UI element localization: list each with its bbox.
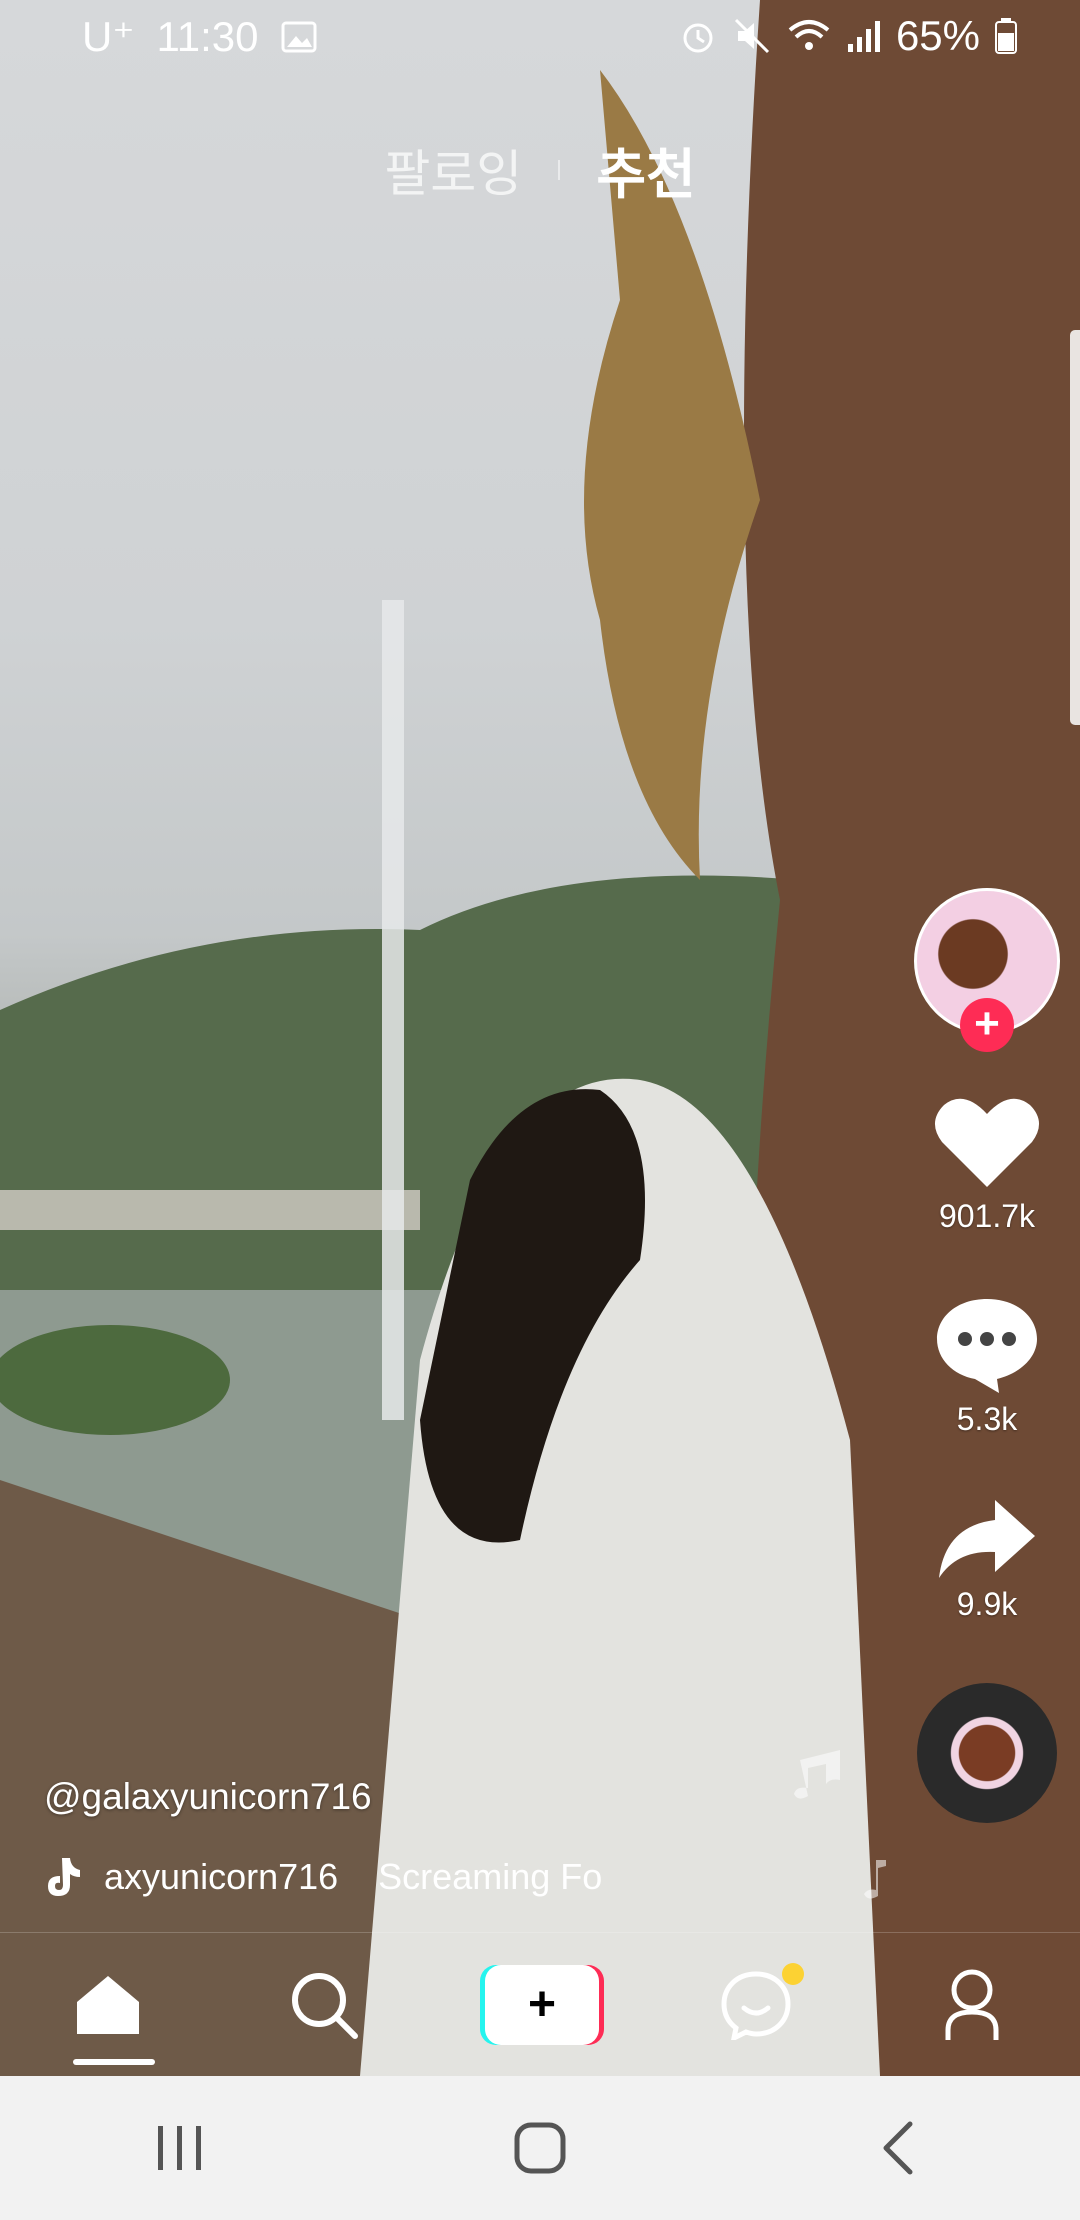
- home-icon[interactable]: [75, 1974, 141, 2036]
- nav-inbox[interactable]: [696, 1945, 816, 2065]
- music-disc[interactable]: [917, 1683, 1057, 1823]
- status-left: U⁺ 11:30: [82, 12, 317, 61]
- edge-panel-handle[interactable]: [1070, 330, 1080, 725]
- nav-create[interactable]: +: [480, 1945, 604, 2065]
- tiktok-note-icon: [48, 1858, 80, 1896]
- profile-icon[interactable]: [942, 1968, 1002, 2042]
- feed-tabs: 팔로잉 추천: [0, 130, 1080, 209]
- nav-home[interactable]: [48, 1945, 168, 2065]
- tab-following[interactable]: 팔로잉: [384, 134, 522, 206]
- like-count: 901.7k: [938, 1198, 1036, 1234]
- back-icon[interactable]: [870, 2118, 930, 2178]
- mute-icon: [734, 18, 769, 54]
- creator-avatar-wrap[interactable]: +: [914, 888, 1060, 1052]
- home-button-icon[interactable]: [510, 2118, 570, 2178]
- music-note-icon: [794, 1750, 886, 1899]
- follow-plus-icon[interactable]: +: [960, 998, 1014, 1052]
- bottom-nav: +: [0, 1932, 1080, 2077]
- nav-discover[interactable]: [264, 1945, 384, 2065]
- like-action[interactable]: 901.7k: [932, 1092, 1042, 1235]
- tab-recommended[interactable]: 추천: [596, 130, 695, 209]
- system-navigation-bar: [0, 2076, 1080, 2220]
- wifi-icon: [788, 20, 830, 50]
- gallery-icon: [281, 21, 316, 52]
- tab-divider: [558, 159, 561, 180]
- home-active-indicator: [73, 2059, 155, 2065]
- creator-username[interactable]: @galaxyunicorn716: [44, 1776, 372, 1818]
- battery-percent: 65%: [895, 12, 980, 59]
- share-count: 9.9k: [956, 1586, 1018, 1622]
- comment-icon[interactable]: [933, 1293, 1041, 1395]
- battery-icon: [995, 18, 1017, 54]
- sound-title: Screaming Fo: [378, 1856, 603, 1897]
- nav-profile[interactable]: [912, 1945, 1032, 2065]
- sound-owner: axyunicorn716: [104, 1856, 339, 1897]
- inbox-icon[interactable]: [720, 1970, 792, 2040]
- recent-apps-icon[interactable]: [150, 2122, 210, 2174]
- signal-icon: [847, 21, 880, 52]
- side-actions: + 901.7k 5.3k 9.9k: [912, 888, 1062, 1823]
- carrier-label: U⁺: [82, 13, 135, 60]
- sound-marquee: axyunicorn716 Screaming Fo: [104, 1856, 602, 1898]
- music-notes: [780, 1730, 900, 1910]
- status-bar: U⁺ 11:30 65%: [0, 0, 1080, 72]
- comment-count: 5.3k: [956, 1401, 1018, 1437]
- sound-row[interactable]: axyunicorn716 Screaming Fo: [44, 1856, 604, 1898]
- create-button[interactable]: +: [480, 1965, 604, 2045]
- create-plus-icon[interactable]: +: [485, 1965, 599, 2045]
- inbox-notification-dot: [782, 1963, 804, 1985]
- share-action[interactable]: 9.9k: [935, 1496, 1039, 1623]
- status-right: 65%: [678, 12, 1018, 60]
- share-icon[interactable]: [935, 1496, 1039, 1580]
- heart-icon[interactable]: [932, 1092, 1042, 1192]
- clock: 11:30: [156, 12, 259, 60]
- search-icon[interactable]: [289, 1970, 359, 2040]
- alarm-icon: [683, 23, 713, 53]
- comment-action[interactable]: 5.3k: [933, 1293, 1041, 1438]
